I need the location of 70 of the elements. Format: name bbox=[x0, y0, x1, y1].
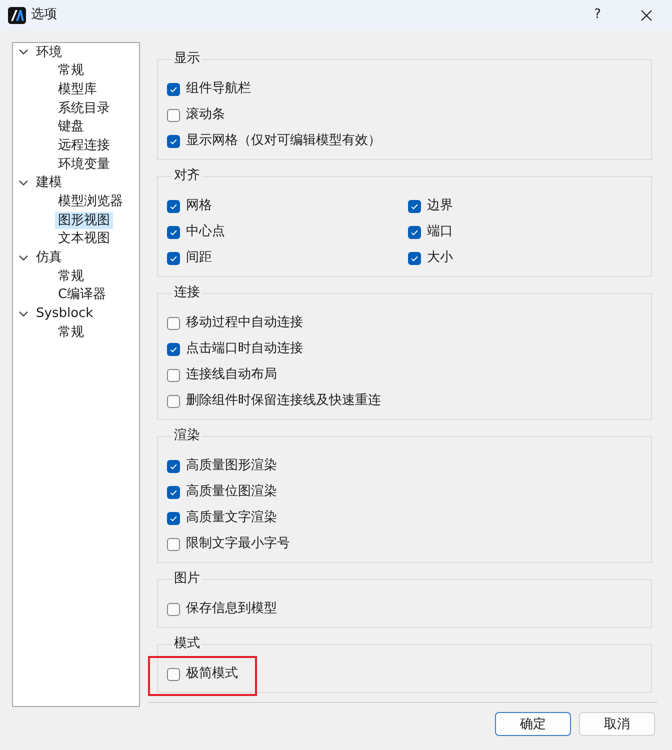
group-title: 连接 bbox=[173, 284, 201, 302]
checkbox[interactable] bbox=[167, 252, 180, 264]
checkbox-label[interactable]: 限制文字最小字号 bbox=[186, 535, 290, 553]
checkbox[interactable] bbox=[167, 342, 180, 356]
checkbox[interactable] bbox=[408, 226, 421, 238]
tree-item[interactable]: 键盘 bbox=[55, 118, 87, 136]
help-button[interactable]: ? bbox=[594, 6, 601, 24]
checkbox[interactable] bbox=[167, 368, 180, 382]
group-title: 渲染 bbox=[173, 427, 201, 445]
checkbox-label[interactable]: 大小 bbox=[427, 249, 453, 267]
window-title: 选项 bbox=[31, 6, 57, 24]
checkbox-label[interactable]: 极简模式 bbox=[186, 665, 238, 683]
checkbox-label[interactable]: 高质量位图渲染 bbox=[186, 483, 277, 501]
checkbox[interactable] bbox=[167, 460, 180, 472]
tree-item[interactable]: 远程连接 bbox=[55, 137, 113, 154]
close-icon[interactable] bbox=[641, 10, 652, 20]
tree-item[interactable]: 图形视图 bbox=[55, 212, 113, 229]
checkbox-label[interactable]: 边界 bbox=[427, 197, 453, 215]
checkbox[interactable] bbox=[167, 82, 180, 96]
checkbox[interactable] bbox=[167, 668, 180, 680]
checkbox[interactable] bbox=[167, 200, 180, 212]
checkbox[interactable] bbox=[167, 486, 180, 498]
checkbox-label[interactable]: 间距 bbox=[186, 249, 212, 267]
checkbox-label[interactable]: 网格 bbox=[186, 197, 212, 215]
tree-item[interactable]: 环境 bbox=[33, 44, 65, 61]
chevron-down-icon[interactable] bbox=[19, 310, 28, 317]
checkbox[interactable] bbox=[167, 512, 180, 524]
chevron-down-icon[interactable] bbox=[19, 254, 28, 261]
group-title: 显示 bbox=[173, 50, 201, 68]
checkbox[interactable] bbox=[167, 538, 180, 550]
checkbox[interactable] bbox=[167, 394, 180, 408]
checkbox[interactable] bbox=[408, 252, 421, 264]
checkbox-label[interactable]: 点击端口时自动连接 bbox=[186, 340, 303, 358]
checkbox-label[interactable]: 高质量文字渲染 bbox=[186, 509, 277, 527]
tree-item[interactable]: 常规 bbox=[55, 62, 87, 80]
tree-item[interactable]: 环境变量 bbox=[55, 156, 113, 173]
tree-item[interactable]: Sysblock bbox=[33, 305, 96, 322]
checkbox-label[interactable]: 端口 bbox=[427, 223, 453, 241]
checkbox-label[interactable]: 连接线自动布局 bbox=[186, 366, 277, 384]
tree-item[interactable]: 模型库 bbox=[55, 81, 100, 98]
checkbox[interactable] bbox=[408, 200, 421, 212]
checkbox-label[interactable]: 删除组件时保留连接线及快速重连 bbox=[186, 392, 381, 410]
checkbox[interactable] bbox=[167, 108, 180, 122]
group-title: 模式 bbox=[173, 635, 201, 653]
tree-item[interactable]: 系统目录 bbox=[55, 100, 113, 117]
group-title: 对齐 bbox=[173, 167, 201, 185]
checkbox[interactable] bbox=[167, 316, 180, 330]
tree-item[interactable]: 常规 bbox=[55, 268, 87, 285]
tree-item[interactable]: 仿真 bbox=[33, 249, 65, 266]
tree-item[interactable]: 建模 bbox=[33, 174, 65, 192]
tree-item[interactable]: C编译器 bbox=[55, 286, 110, 304]
checkbox-label[interactable]: 显示网格（仅对可编辑模型有效） bbox=[186, 132, 381, 150]
tree-item[interactable]: 文本视图 bbox=[55, 230, 113, 248]
checkbox-label[interactable]: 滚动条 bbox=[186, 106, 225, 124]
chevron-down-icon[interactable] bbox=[19, 180, 28, 186]
checkbox-label[interactable]: 保存信息到模型 bbox=[186, 600, 277, 618]
checkbox-label[interactable]: 高质量图形渲染 bbox=[186, 457, 277, 475]
tree-item[interactable]: 模型浏览器 bbox=[55, 193, 126, 210]
app-logo-icon bbox=[8, 6, 26, 24]
checkbox[interactable] bbox=[167, 226, 180, 238]
checkbox-label[interactable]: 中心点 bbox=[186, 223, 225, 241]
tree-item[interactable]: 常规 bbox=[55, 324, 87, 341]
checkbox[interactable] bbox=[167, 602, 180, 616]
ok-button[interactable]: 确定 bbox=[495, 712, 571, 736]
group-title: 图片 bbox=[173, 570, 201, 588]
checkbox[interactable] bbox=[167, 134, 180, 148]
checkbox-label[interactable]: 移动过程中自动连接 bbox=[186, 314, 303, 332]
chevron-down-icon[interactable] bbox=[19, 49, 28, 56]
checkbox-label[interactable]: 组件导航栏 bbox=[186, 80, 251, 98]
cancel-button[interactable]: 取消 bbox=[579, 712, 655, 736]
